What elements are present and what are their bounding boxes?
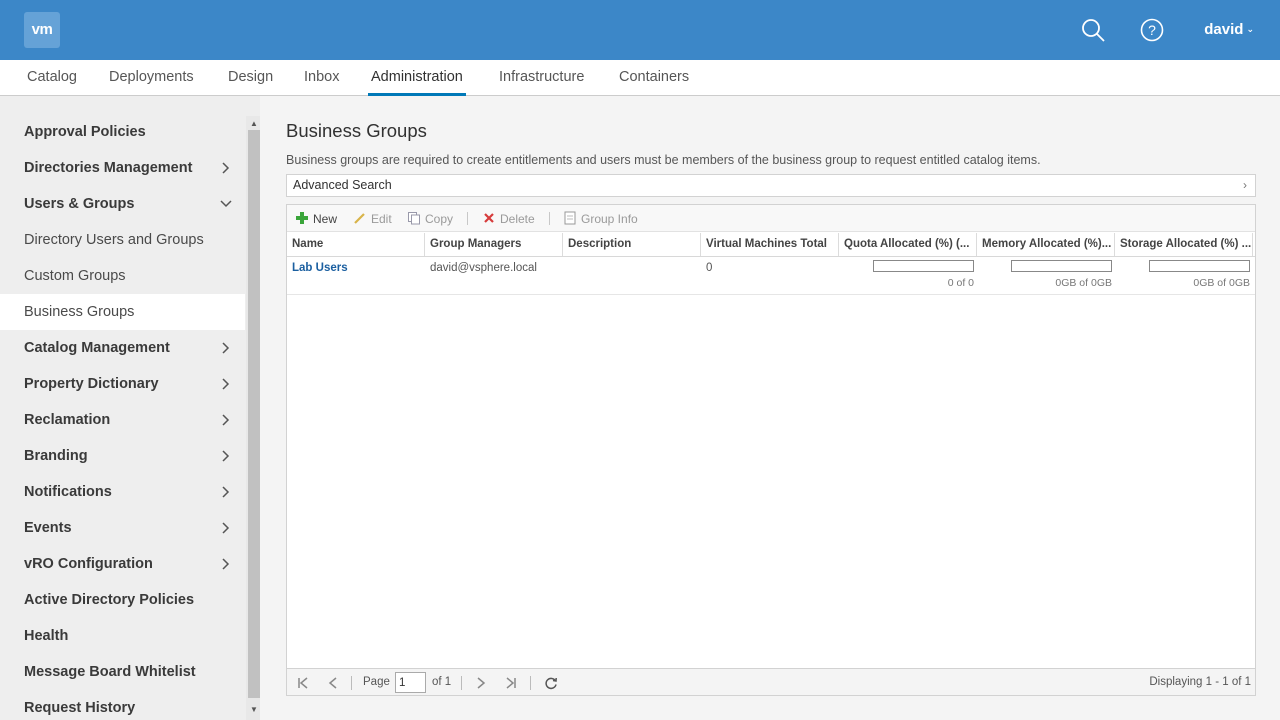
group-name-link[interactable]: Lab Users [287, 262, 348, 274]
storage-progress-bar [1149, 260, 1250, 272]
vmware-logo[interactable]: vm [24, 12, 60, 48]
chevron-right-icon [222, 558, 230, 570]
pencil-icon [354, 213, 365, 224]
new-button[interactable]: New [295, 211, 337, 227]
copy-icon [408, 212, 420, 225]
grid-toolbar: New Edit Copy Delete Group Info [287, 205, 1255, 232]
delete-x-icon [484, 213, 494, 223]
column-header-quota-allocated[interactable]: Quota Allocated (%) (... [839, 233, 977, 256]
chevron-right-icon: › [1243, 178, 1247, 192]
chevron-right-icon [222, 450, 230, 462]
grid-pager: Page of 1 Displaying 1 - 1 of 1 [287, 668, 1255, 695]
chevron-right-icon [222, 414, 230, 426]
sidebar-item-branding[interactable]: Branding [0, 438, 245, 474]
sidebar-item-request-history[interactable]: Request History [0, 690, 245, 720]
chevron-right-icon [222, 522, 230, 534]
page-number-input[interactable] [395, 672, 426, 693]
sidebar-item-users-groups[interactable]: Users & Groups [0, 186, 245, 222]
tab-administration[interactable]: Administration [368, 60, 466, 96]
page-title: Business Groups [286, 120, 427, 141]
main-tabs: Catalog Deployments Design Inbox Adminis… [0, 60, 1280, 96]
page-count-label: of 1 [432, 676, 452, 688]
refresh-icon[interactable] [544, 676, 558, 690]
scroll-down-icon[interactable]: ▼ [248, 704, 260, 716]
chevron-right-icon [222, 378, 230, 390]
sidebar-item-property-dictionary[interactable]: Property Dictionary [0, 366, 245, 402]
memory-progress-text: 0GB of 0GB [1055, 277, 1112, 289]
tab-containers[interactable]: Containers [616, 60, 692, 96]
sidebar-scroll-thumb[interactable] [248, 130, 260, 698]
tab-deployments[interactable]: Deployments [106, 60, 197, 96]
help-icon[interactable]: ? [1139, 17, 1165, 43]
chevron-down-icon [220, 200, 232, 208]
column-header-storage-allocated[interactable]: Storage Allocated (%) ... [1115, 233, 1253, 256]
sidebar-item-events[interactable]: Events [0, 510, 245, 546]
tab-design[interactable]: Design [225, 60, 276, 96]
sidebar-item-business-groups[interactable]: Business Groups [0, 294, 245, 330]
column-header-vm-total[interactable]: Virtual Machines Total [701, 233, 839, 256]
user-menu[interactable]: david ⌄ [1204, 21, 1254, 38]
page-label: Page [363, 676, 390, 688]
search-icon[interactable] [1080, 17, 1106, 43]
tab-catalog[interactable]: Catalog [24, 60, 80, 96]
page-description: Business groups are required to create e… [286, 153, 1041, 167]
sidebar-item-vro-configuration[interactable]: vRO Configuration [0, 546, 245, 582]
displaying-count: Displaying 1 - 1 of 1 [1149, 676, 1251, 688]
sidebar-item-approval-policies[interactable]: Approval Policies [0, 114, 245, 150]
business-groups-grid: New Edit Copy Delete Group Info Name Gro… [286, 204, 1256, 696]
column-header-group-managers[interactable]: Group Managers [425, 233, 563, 256]
chevron-right-icon [222, 162, 230, 174]
chevron-down-icon: ⌄ [1246, 24, 1254, 34]
memory-progress-bar [1011, 260, 1112, 272]
sidebar-item-notifications[interactable]: Notifications [0, 474, 245, 510]
advanced-search-bar[interactable]: Advanced Search › [286, 174, 1256, 197]
tab-inbox[interactable]: Inbox [301, 60, 342, 96]
group-managers-cell: david@vsphere.local [430, 262, 537, 274]
sidebar-item-health[interactable]: Health [0, 618, 245, 654]
delete-button[interactable]: Delete [482, 211, 535, 227]
group-info-button[interactable]: Group Info [563, 211, 638, 227]
last-page-icon[interactable] [504, 676, 518, 690]
sidebar-item-directories-management[interactable]: Directories Management [0, 150, 245, 186]
quota-progress-bar [873, 260, 974, 272]
quota-progress-text: 0 of 0 [947, 277, 974, 289]
plus-icon [296, 212, 308, 224]
chevron-right-icon [222, 486, 230, 498]
column-header-description[interactable]: Description [563, 233, 701, 256]
sidebar-item-reclamation[interactable]: Reclamation [0, 402, 245, 438]
edit-button[interactable]: Edit [353, 211, 392, 227]
sidebar-item-catalog-management[interactable]: Catalog Management [0, 330, 245, 366]
grid-header: Name Group Managers Description Virtual … [287, 233, 1255, 257]
column-header-memory-allocated[interactable]: Memory Allocated (%)... [977, 233, 1115, 256]
next-page-icon[interactable] [474, 676, 488, 690]
chevron-right-icon [222, 342, 230, 354]
document-icon [564, 211, 576, 225]
sidebar-item-active-directory-policies[interactable]: Active Directory Policies [0, 582, 245, 618]
advanced-search-label: Advanced Search [293, 178, 392, 192]
sidebar: Approval Policies Directories Management… [0, 96, 260, 720]
sidebar-item-directory-users-groups[interactable]: Directory Users and Groups [0, 222, 245, 258]
previous-page-icon[interactable] [326, 676, 340, 690]
storage-progress-text: 0GB of 0GB [1193, 277, 1250, 289]
first-page-icon[interactable] [296, 676, 310, 690]
vm-total-cell: 0 [706, 262, 713, 274]
scroll-up-icon[interactable]: ▲ [248, 118, 260, 130]
sidebar-item-custom-groups[interactable]: Custom Groups [0, 258, 245, 294]
copy-button[interactable]: Copy [407, 211, 453, 227]
tab-infrastructure[interactable]: Infrastructure [496, 60, 587, 96]
column-header-name[interactable]: Name [287, 233, 425, 256]
svg-text:?: ? [1148, 22, 1156, 38]
sidebar-item-message-board-whitelist[interactable]: Message Board Whitelist [0, 654, 245, 690]
user-name: david [1204, 21, 1244, 38]
top-bar: vm ? david ⌄ [0, 0, 1280, 60]
